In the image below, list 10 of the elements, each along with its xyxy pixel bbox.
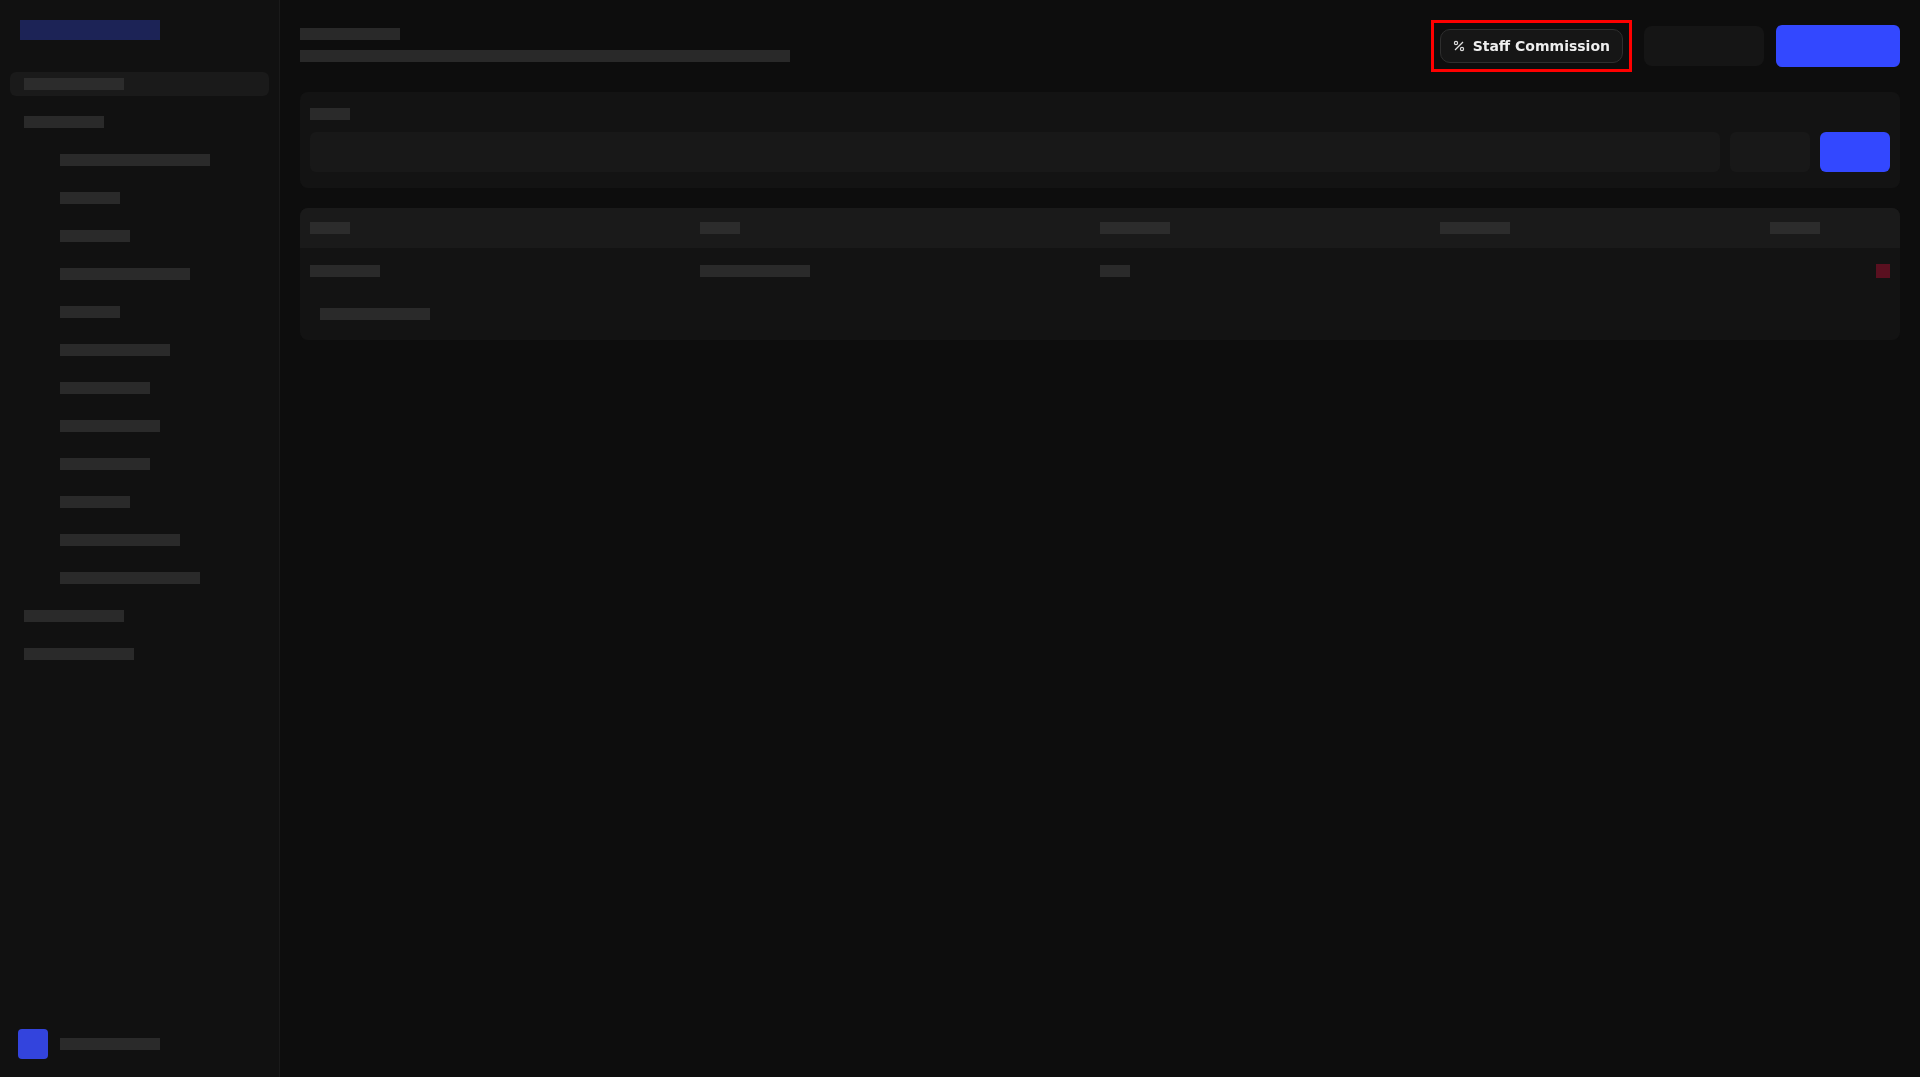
percent-icon [1452,40,1465,52]
blurred-text [60,230,130,242]
blurred-icon[interactable] [1876,264,1890,278]
blurred-text [60,496,130,508]
blurred-text [60,192,120,204]
blurred-button[interactable] [1776,25,1900,67]
staff-commission-button[interactable]: Staff Commission [1439,29,1623,63]
blurred-text [60,306,120,318]
blurred-button[interactable] [1820,132,1890,172]
blurred-avatar [18,1029,48,1059]
